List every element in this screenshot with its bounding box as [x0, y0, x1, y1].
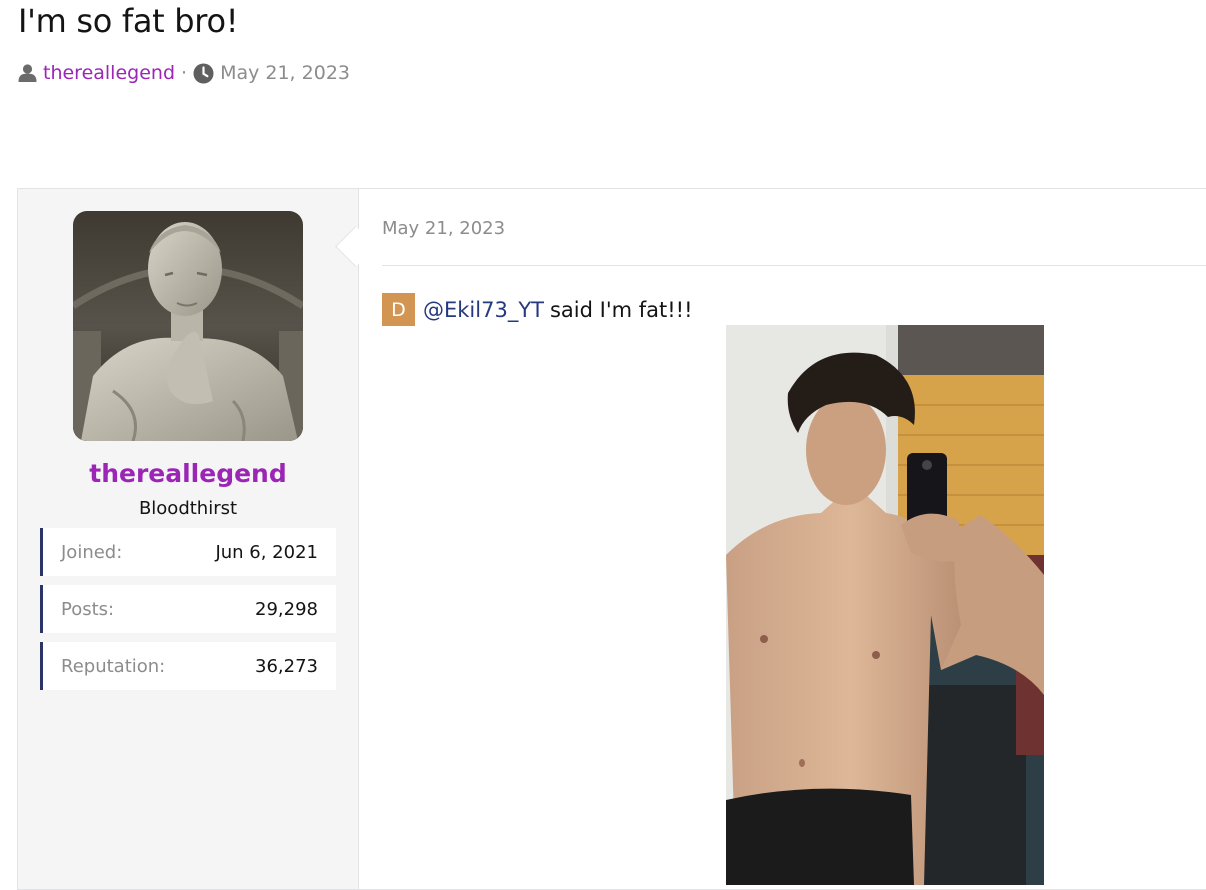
post-date[interactable]: May 21, 2023 — [382, 218, 505, 239]
thread-date[interactable]: May 21, 2023 — [220, 62, 350, 84]
extra-joined: Joined: Jun 6, 2021 — [40, 528, 336, 576]
post-body-text: D @Ekil73_YT said I'm fat!!! — [382, 293, 692, 326]
extra-label: Posts: — [61, 598, 115, 620]
meta-separator: · — [181, 62, 188, 84]
clock-icon — [193, 63, 214, 84]
extra-reputation: Reputation: 36,273 — [40, 642, 336, 690]
mention-avatar[interactable]: D — [382, 293, 415, 326]
post-attached-photo[interactable] — [726, 325, 1044, 885]
user-title: Bloodthirst — [138, 498, 238, 519]
post: thereallegend Bloodthirst Joined: Jun 6,… — [17, 188, 1206, 890]
extra-label: Joined: — [61, 541, 123, 563]
extra-value: Jun 6, 2021 — [215, 541, 318, 563]
extra-posts: Posts: 29,298 — [40, 585, 336, 633]
thread-title: I'm so fat bro! — [18, 2, 239, 40]
user-mention-link[interactable]: @Ekil73_YT — [423, 298, 544, 322]
thread-meta: thereallegend · May 21, 2023 — [18, 62, 350, 84]
user-icon — [18, 64, 37, 82]
post-message: said I'm fat!!! — [549, 297, 693, 322]
user-extras: Joined: Jun 6, 2021 Posts: 29,298 Reputa… — [40, 528, 336, 699]
thread-author-link[interactable]: thereallegend — [43, 62, 175, 84]
post-header-divider — [382, 265, 1206, 266]
extra-value[interactable]: 29,298 — [255, 599, 318, 620]
user-avatar[interactable] — [73, 211, 303, 441]
extra-label: Reputation: — [61, 655, 166, 677]
extra-value: 36,273 — [255, 655, 318, 677]
post-username[interactable]: thereallegend — [18, 459, 358, 488]
post-user-cell: thereallegend Bloodthirst Joined: Jun 6,… — [18, 189, 359, 889]
